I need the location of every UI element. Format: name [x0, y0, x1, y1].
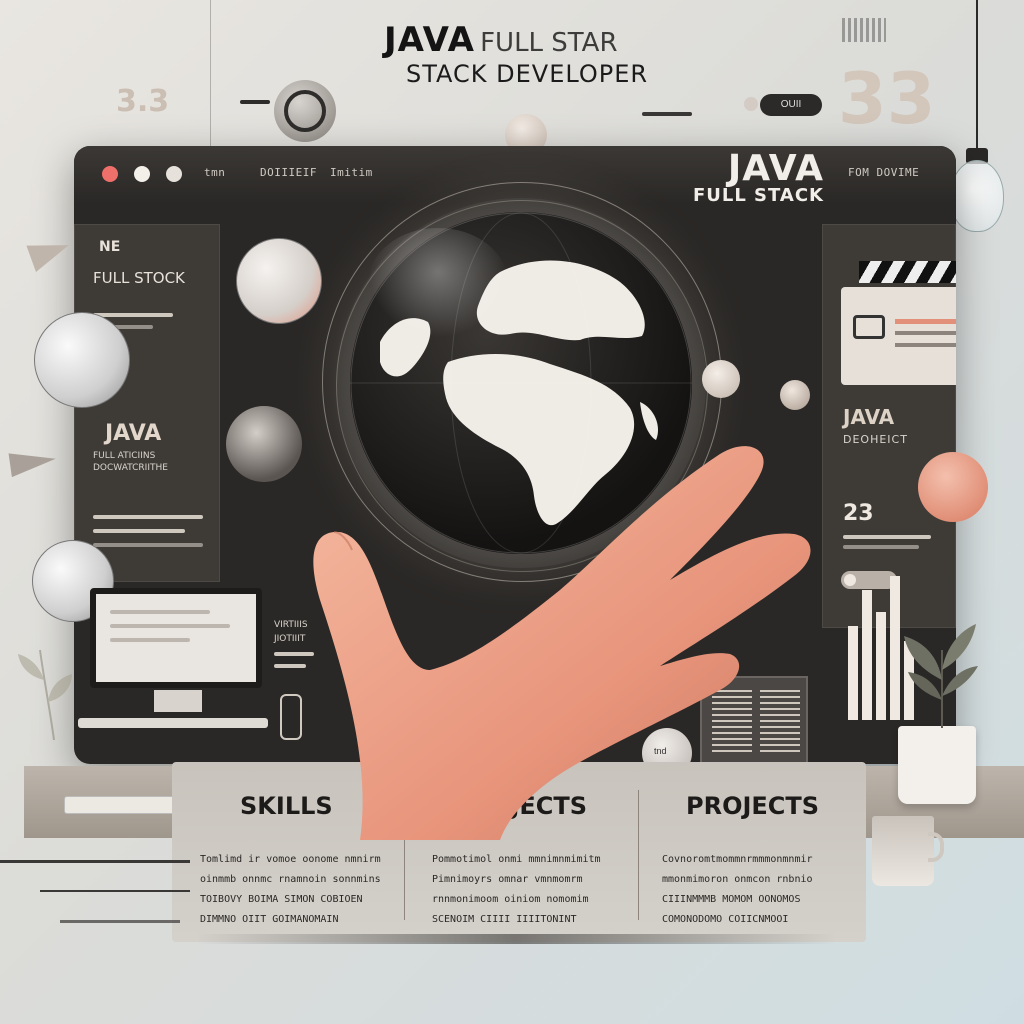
toggle-pill[interactable]: OUII	[760, 94, 822, 116]
hand-image	[300, 440, 820, 860]
maximize-dot-icon[interactable]	[166, 166, 182, 182]
tab-3[interactable]: Imitim	[330, 166, 373, 179]
text-line	[93, 543, 203, 547]
right-panel-sub: DEOHEICT	[843, 433, 908, 446]
deco-dash	[240, 100, 270, 104]
bar-chart	[848, 576, 914, 720]
text-line	[895, 319, 956, 324]
wireframe-globe-icon	[236, 238, 322, 324]
sphere-icon	[702, 360, 740, 398]
chart-bar	[890, 576, 900, 720]
phone-icon	[280, 694, 302, 740]
toggle-knob-icon	[274, 80, 336, 142]
paper-plane-icon	[26, 232, 74, 272]
panel-java-sub1: FULL ATICIINS	[93, 451, 156, 461]
brand-java: JAVA	[727, 148, 824, 189]
number-left: 3.3	[116, 84, 170, 119]
page-title: JAVA FULL STAR	[384, 20, 618, 60]
ink-streak	[0, 860, 190, 863]
minimize-dot-icon[interactable]	[134, 166, 150, 182]
number-right: 33	[838, 58, 936, 140]
tab-right[interactable]: FOM DOVIME	[848, 166, 919, 179]
brand-fullstack: FULL STACK	[692, 185, 824, 206]
ink-streak	[60, 920, 180, 923]
dotted-pattern	[842, 18, 886, 42]
monitor-base	[78, 718, 268, 728]
section-body-skills: Tomlimd ir vomoe oonome nmnirm oinmmb on…	[200, 854, 381, 925]
close-dot-icon[interactable]	[102, 166, 118, 182]
text-line	[93, 313, 173, 317]
title-rest: FULL STAR	[480, 28, 618, 58]
right-panel-java: JAVA	[843, 405, 895, 429]
panel-java: JAVA	[105, 421, 162, 446]
coffee-mug-icon	[872, 816, 934, 886]
monitor-stand	[154, 690, 202, 712]
plant-left-icon	[14, 640, 74, 741]
lightbulb-icon	[950, 160, 1004, 232]
dot-icon	[744, 97, 758, 111]
deco-dash	[642, 112, 692, 116]
clapperboard-icon	[859, 261, 956, 283]
desktop-monitor-icon	[90, 588, 262, 688]
text-line	[93, 529, 185, 533]
text-line	[895, 343, 956, 347]
page-subtitle: STACK DEVELOPER	[406, 60, 649, 88]
sphere-icon	[226, 406, 302, 482]
panel-heading: FULL STOCK	[93, 269, 185, 287]
chart-bar	[876, 612, 886, 720]
wireframe-globe-icon	[34, 312, 130, 408]
plant-leaves-icon	[902, 620, 982, 730]
ink-streak	[196, 934, 836, 944]
chart-bar	[848, 626, 858, 720]
section-body-projects-2: Covnoromtmommnrmmmonmnmir mmonmimoron on…	[662, 854, 813, 925]
title-bold: JAVA	[384, 20, 475, 60]
text-line	[843, 545, 919, 549]
right-panel-number: 23	[843, 501, 874, 526]
panel-tag: NE	[99, 239, 121, 255]
camera-icon	[853, 315, 885, 339]
divider-line	[210, 0, 211, 148]
video-card[interactable]	[841, 287, 956, 385]
sphere-icon	[780, 380, 810, 410]
text-line	[93, 515, 203, 519]
chart-bar	[862, 590, 872, 720]
ink-streak	[40, 890, 190, 892]
peach-sphere-icon	[918, 452, 988, 522]
plant-pot-icon	[898, 726, 976, 804]
text-line	[843, 535, 931, 539]
text-line	[895, 331, 956, 335]
right-panel: JAVA DEOHEICT 23	[822, 224, 956, 628]
paper-plane-icon	[8, 446, 58, 478]
panel-java-sub2: DOCWATCRIITHE	[93, 463, 168, 473]
window-brand: JAVA FULL STACK	[693, 148, 824, 206]
tab-1[interactable]: tmn	[204, 166, 225, 179]
tab-2[interactable]: DOIIIEIF	[260, 166, 317, 179]
section-body-projects: Pommotimol onmi mmnimnmimitm Pimnimoyrs …	[432, 854, 601, 925]
bulb-cord	[976, 0, 978, 150]
mug-handle	[928, 832, 944, 862]
